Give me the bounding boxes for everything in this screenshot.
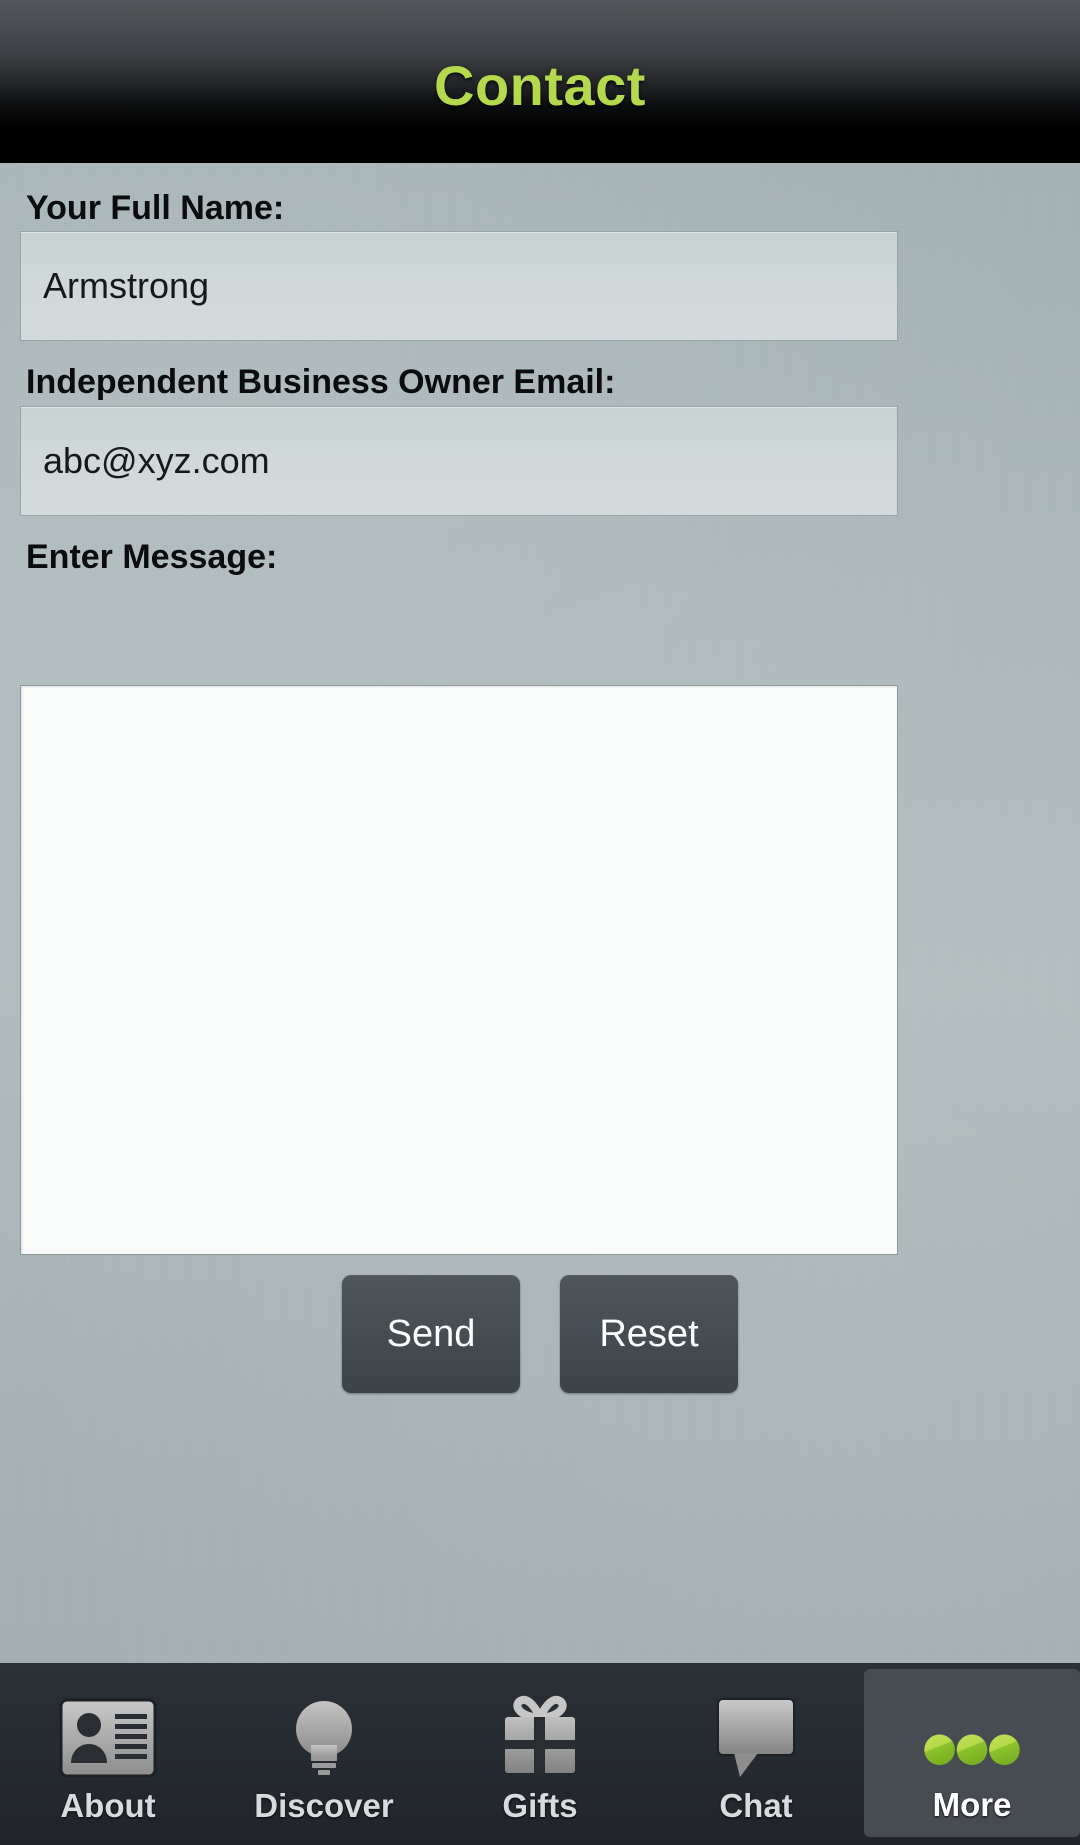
message-textarea[interactable] xyxy=(20,685,898,1255)
reset-button[interactable]: Reset xyxy=(560,1275,738,1393)
tab-about[interactable]: About xyxy=(0,1663,216,1845)
gift-box-icon xyxy=(486,1687,594,1779)
tab-more[interactable]: More xyxy=(864,1669,1080,1837)
speech-bubble-icon xyxy=(702,1687,810,1779)
three-dots-icon xyxy=(918,1686,1026,1778)
email-label: Independent Business Owner Email: xyxy=(26,363,616,401)
tab-gifts-label: Gifts xyxy=(502,1786,578,1824)
tab-chat[interactable]: Chat xyxy=(648,1663,864,1845)
tab-discover[interactable]: Discover xyxy=(216,1663,432,1845)
app-header: Contact xyxy=(0,0,1080,163)
full-name-input[interactable]: Armstrong xyxy=(20,231,898,341)
email-input[interactable]: abc@xyz.com xyxy=(20,406,898,516)
lightbulb-icon xyxy=(270,1687,378,1779)
tab-discover-label: Discover xyxy=(254,1786,394,1824)
bottom-tab-bar: About Discover Gifts Chat More xyxy=(0,1663,1080,1845)
full-name-value: Armstrong xyxy=(43,265,210,306)
page-title: Contact xyxy=(434,53,646,117)
contact-card-icon xyxy=(54,1687,162,1779)
tab-gifts[interactable]: Gifts xyxy=(432,1663,648,1845)
send-button[interactable]: Send xyxy=(342,1275,520,1393)
message-label: Enter Message: xyxy=(26,538,278,576)
form-actions: Send Reset xyxy=(0,1275,1080,1393)
email-value: abc@xyz.com xyxy=(43,440,270,481)
contact-form: Your Full Name: Armstrong Independent Bu… xyxy=(0,163,1080,1663)
tab-more-label: More xyxy=(932,1785,1012,1823)
full-name-label: Your Full Name: xyxy=(26,189,285,227)
tab-about-label: About xyxy=(60,1786,156,1824)
app-screen: Contact Your Full Name: Armstrong Indepe… xyxy=(0,0,1080,1845)
tab-chat-label: Chat xyxy=(719,1786,793,1824)
